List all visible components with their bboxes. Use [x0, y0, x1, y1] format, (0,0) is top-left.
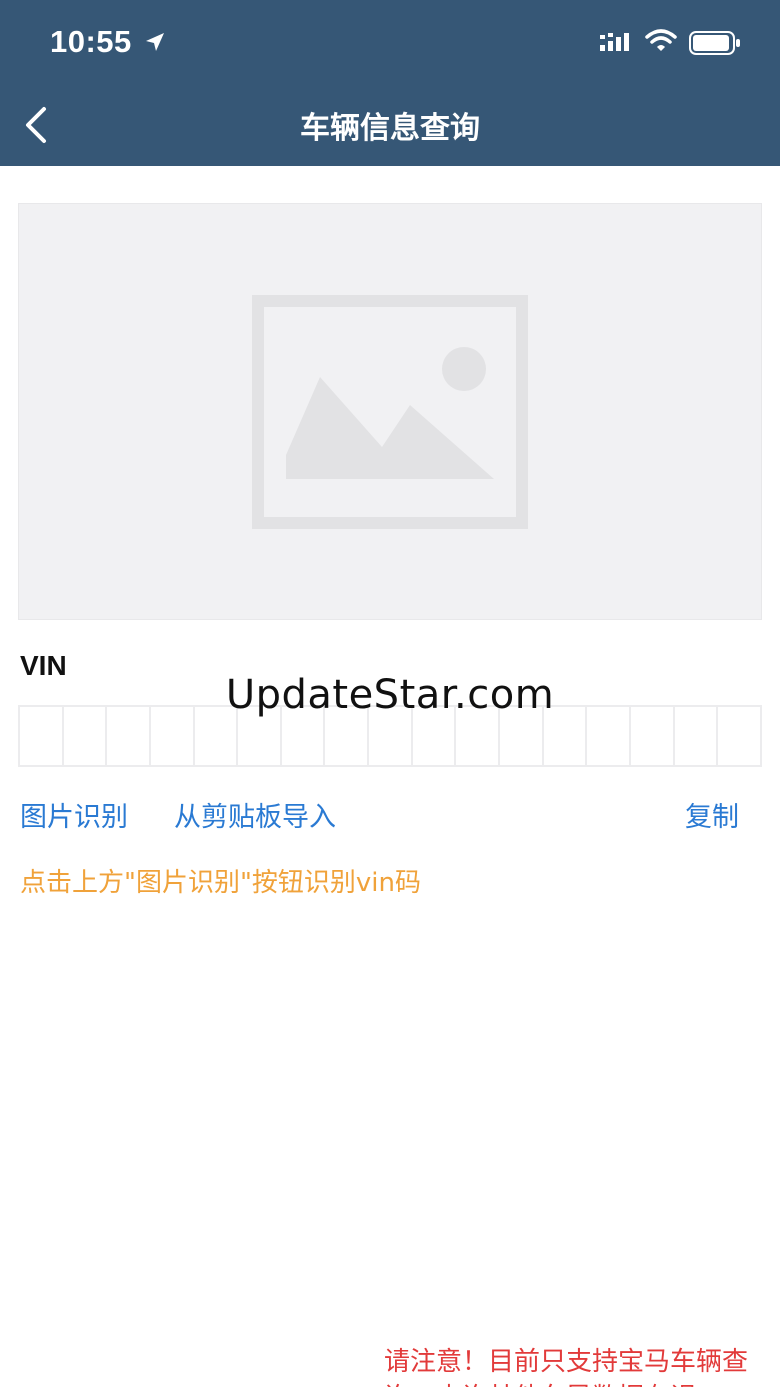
- page-title: 车辆信息查询: [300, 111, 480, 146]
- wifi-icon: [645, 29, 677, 51]
- copy-link[interactable]: 复制: [685, 795, 739, 834]
- navigation-header: 10:55 车辆信息查询: [0, 0, 780, 166]
- battery-icon: [689, 31, 740, 55]
- notice-text: 请注意！目前只支持宝马车辆查询，查询其他车导数据有误: [384, 1347, 749, 1387]
- image-recognition-link[interactable]: 图片识别: [20, 795, 128, 834]
- location-arrow-icon: [146, 33, 164, 51]
- cellular-signal-icon: [600, 33, 629, 51]
- watermark-text: UpdateStar.com: [225, 672, 555, 718]
- image-placeholder-icon: [252, 294, 528, 529]
- screen: 10:55 车辆信息查询 VIN UpdateStar.com 图片识别 从剪贴…: [0, 0, 780, 1387]
- import-clipboard-link[interactable]: 从剪贴板导入: [174, 795, 336, 834]
- status-time: 10:55: [50, 24, 132, 59]
- hint-text: 点击上方"图片识别"按钮识别vin码: [20, 868, 422, 898]
- vin-image-area[interactable]: [18, 203, 762, 620]
